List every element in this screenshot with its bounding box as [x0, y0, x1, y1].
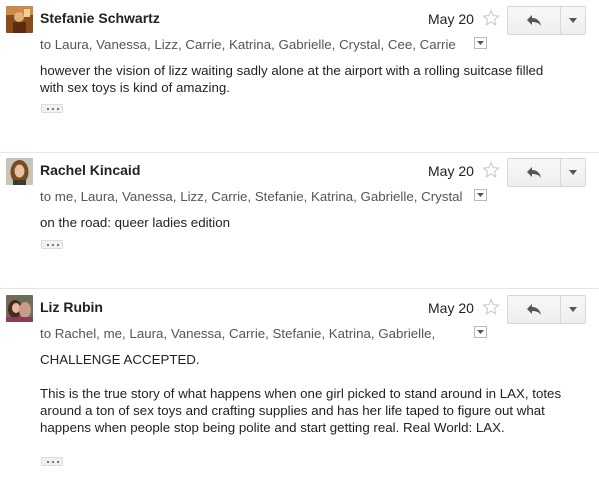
- message-body: on the road: queer ladies edition: [40, 214, 570, 231]
- reply-button-group: [507, 295, 586, 324]
- avatar-photo: [6, 295, 33, 322]
- star-icon[interactable]: [482, 9, 500, 27]
- message-date: May 20: [428, 163, 474, 179]
- reply-button[interactable]: [508, 296, 561, 323]
- show-details-button[interactable]: [474, 37, 487, 49]
- small-caret-down-icon: [477, 41, 484, 45]
- ellipsis-icon: [47, 244, 59, 246]
- avatar[interactable]: [6, 295, 33, 322]
- avatar-photo: [6, 6, 33, 33]
- reply-button[interactable]: [508, 159, 561, 186]
- body-paragraph: This is the true story of what happens w…: [40, 386, 562, 435]
- body-paragraph: CHALLENGE ACCEPTED.: [40, 352, 200, 367]
- reply-button-group: [507, 158, 586, 187]
- reply-arrow-icon: [527, 15, 541, 26]
- reply-button-group: [507, 6, 586, 35]
- message-thread: Stefanie Schwartz May 20 to Laura, Vanes…: [0, 0, 599, 478]
- chevron-down-icon: [569, 170, 577, 175]
- show-details-button[interactable]: [474, 189, 487, 201]
- more-options-button[interactable]: [561, 296, 585, 323]
- message-body: CHALLENGE ACCEPTED. This is the true sto…: [40, 351, 570, 436]
- show-quoted-text-button[interactable]: [41, 104, 63, 113]
- message-card: Rachel Kincaid May 20 to me, Laura, Vane…: [0, 152, 599, 288]
- sender-name[interactable]: Stefanie Schwartz: [40, 10, 160, 26]
- more-options-button[interactable]: [561, 159, 585, 186]
- show-details-button[interactable]: [474, 326, 487, 338]
- star-icon[interactable]: [482, 298, 500, 316]
- star-icon[interactable]: [482, 161, 500, 179]
- body-paragraph: on the road: queer ladies edition: [40, 215, 230, 230]
- message-date: May 20: [428, 300, 474, 316]
- small-caret-down-icon: [477, 330, 484, 334]
- show-quoted-text-button[interactable]: [41, 457, 63, 466]
- recipients-line: to Rachel, me, Laura, Vanessa, Carrie, S…: [40, 326, 436, 341]
- message-card: Stefanie Schwartz May 20 to Laura, Vanes…: [0, 0, 599, 150]
- message-date: May 20: [428, 11, 474, 27]
- sender-name[interactable]: Liz Rubin: [40, 299, 103, 315]
- avatar[interactable]: [6, 158, 33, 185]
- reply-arrow-icon: [527, 167, 541, 178]
- message-card: Liz Rubin May 20 to Rachel, me, Laura, V…: [0, 289, 599, 478]
- ellipsis-icon: [47, 461, 59, 463]
- body-paragraph: however the vision of lizz waiting sadly…: [40, 63, 544, 95]
- ellipsis-icon: [47, 108, 59, 110]
- show-quoted-text-button[interactable]: [41, 240, 63, 249]
- sender-name[interactable]: Rachel Kincaid: [40, 162, 140, 178]
- chevron-down-icon: [569, 307, 577, 312]
- chevron-down-icon: [569, 18, 577, 23]
- recipients-line: to Laura, Vanessa, Lizz, Carrie, Katrina…: [40, 37, 456, 52]
- small-caret-down-icon: [477, 193, 484, 197]
- avatar[interactable]: [6, 6, 33, 33]
- reply-button[interactable]: [508, 7, 561, 34]
- message-body: however the vision of lizz waiting sadly…: [40, 62, 570, 96]
- more-options-button[interactable]: [561, 7, 585, 34]
- recipients-line: to me, Laura, Vanessa, Lizz, Carrie, Ste…: [40, 189, 463, 204]
- reply-arrow-icon: [527, 304, 541, 315]
- avatar-photo: [6, 158, 33, 185]
